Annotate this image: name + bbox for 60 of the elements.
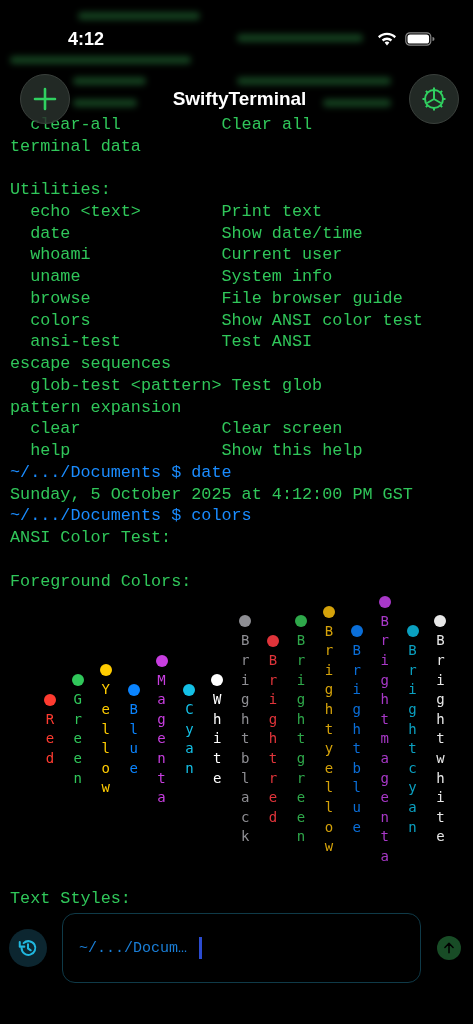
command-name: clear-all	[29, 113, 122, 136]
plus-icon	[33, 87, 57, 111]
command-description: Show date/time	[221, 222, 363, 245]
command-name: clear	[29, 418, 82, 440]
command-name: colors	[29, 309, 92, 332]
output-line: terminal data	[10, 135, 141, 158]
output-line: Foreground Colors:	[10, 570, 192, 593]
command-prompt: ~/.../Documents $ date	[10, 461, 232, 484]
color-name: Brightmagenta	[379, 611, 390, 866]
color-name: Blue	[128, 700, 139, 778]
color-name: Cyan	[184, 700, 195, 778]
command-description: Clear all	[221, 113, 313, 136]
color-name: Yellow	[100, 680, 111, 798]
command-name: help	[29, 440, 72, 462]
settings-icon	[421, 86, 447, 112]
output-line: Utilities:	[10, 179, 111, 201]
command-name: echo <text>	[29, 200, 142, 223]
command-description: Test glob	[231, 374, 323, 397]
color-name: Brightred	[267, 651, 279, 827]
history-icon	[17, 937, 39, 959]
app-title: SwiftyTerminal	[172, 88, 307, 110]
output-line: pattern expansion	[10, 396, 182, 419]
command-description: Current user	[221, 244, 343, 266]
command-name: browse	[29, 287, 92, 310]
history-button[interactable]	[9, 929, 47, 967]
command-name: uname	[29, 266, 82, 288]
color-name: Red	[44, 709, 56, 769]
output-line: Sunday, 5 October 2025 at 4:12:00 PM GST	[10, 483, 413, 506]
color-name: Brightblack	[239, 631, 251, 847]
command-description: Test ANSI	[221, 331, 313, 353]
output-line: Text Styles:	[10, 888, 131, 910]
command-description: Show this help	[221, 440, 363, 462]
settings-button[interactable]	[409, 74, 459, 124]
color-name: White	[212, 690, 223, 788]
output-line: ANSI Color Test:	[10, 527, 172, 549]
command-input-field[interactable]: ~/.../Docum…	[62, 913, 421, 983]
command-description: System info	[221, 266, 333, 288]
command-description: Show ANSI color test	[221, 309, 423, 332]
color-name: Brightwhite	[435, 631, 446, 847]
command-description: File browser guide	[221, 287, 403, 310]
status-time: 4:12	[68, 28, 105, 50]
command-prompt: ~/.../Documents $ colors	[10, 505, 252, 527]
color-name: Magenta	[156, 670, 167, 808]
command-name: glob-test <pattern>	[29, 374, 222, 397]
color-name: Brightgreen	[295, 631, 307, 847]
color-name: Green	[72, 690, 84, 788]
wifi-icon	[377, 32, 397, 46]
output-line: escape sequences	[10, 353, 172, 375]
battery-icon	[405, 32, 435, 46]
blurred-text-bar	[322, 99, 391, 107]
command-description: Print text	[221, 200, 323, 223]
command-name: ansi-test	[29, 331, 122, 353]
command-name: date	[29, 222, 72, 245]
command-name: whoami	[29, 244, 92, 266]
command-description: Clear screen	[221, 418, 343, 440]
up-arrow-icon	[442, 941, 456, 955]
color-name: Brightblue	[351, 641, 362, 837]
color-name: Brightyellow	[323, 621, 335, 857]
color-name: Brightcyan	[407, 641, 418, 837]
blurred-text-bar	[73, 99, 137, 107]
